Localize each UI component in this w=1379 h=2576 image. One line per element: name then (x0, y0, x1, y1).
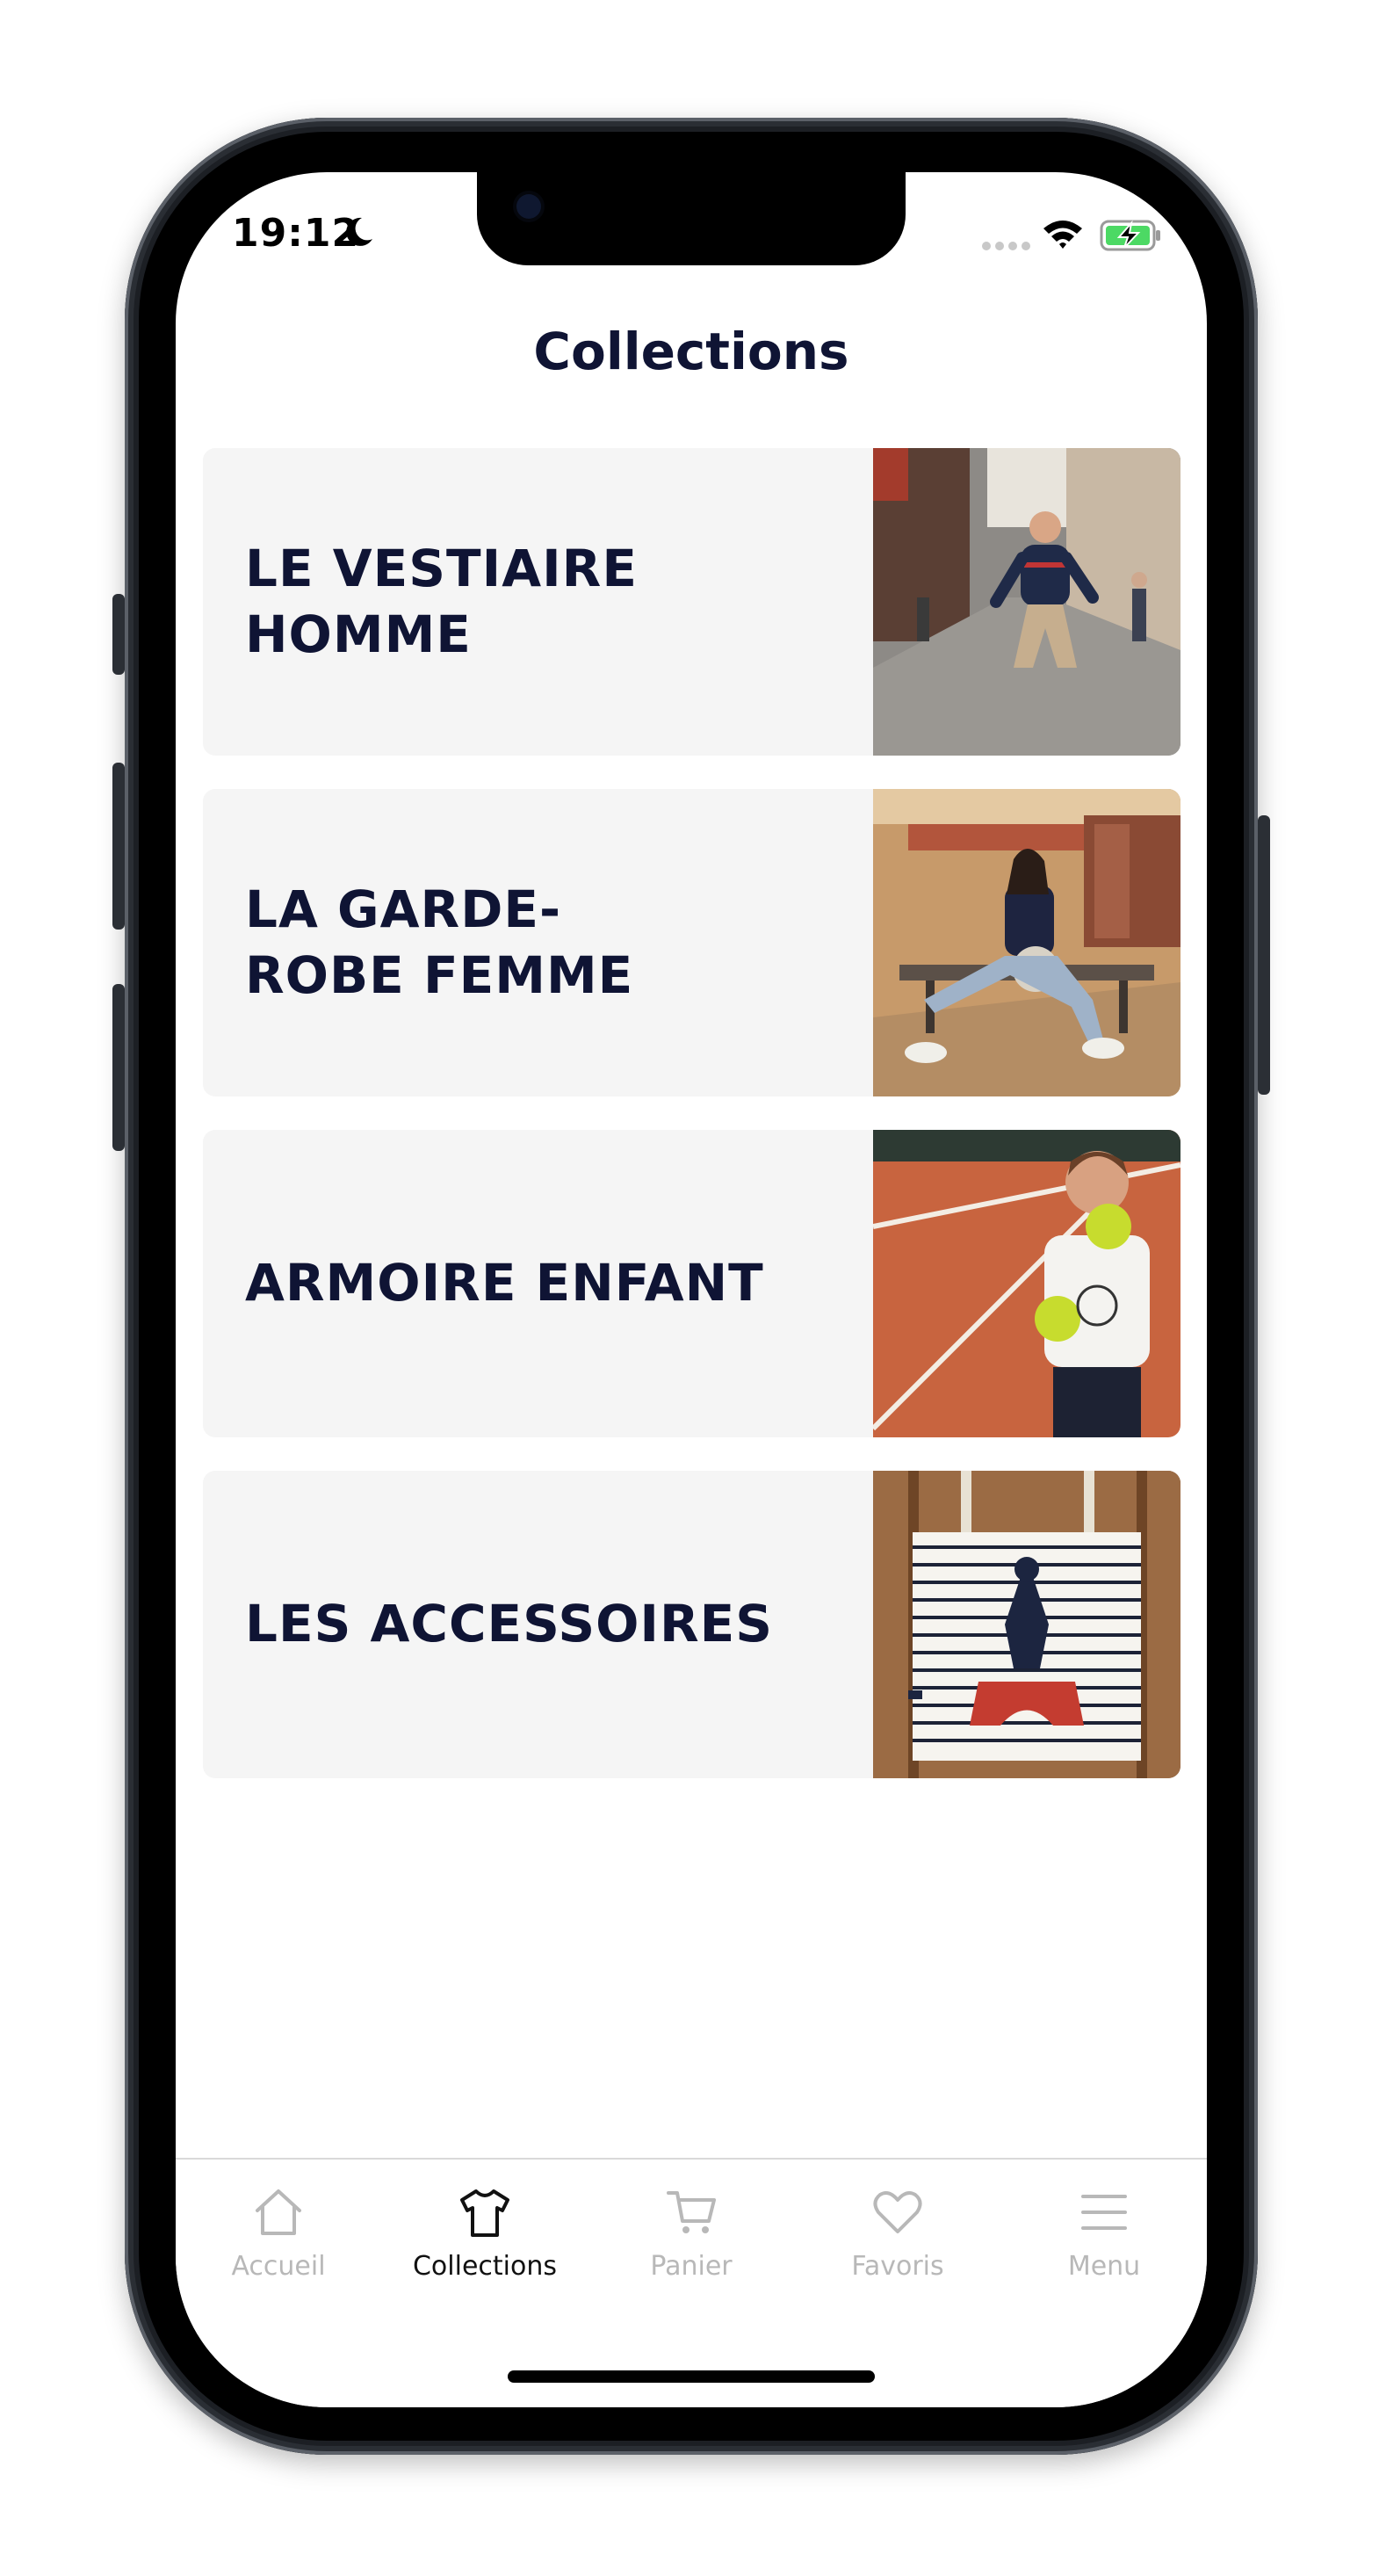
tshirt-icon (460, 2189, 509, 2237)
collection-card-accessoires[interactable]: LES ACCESSOIRES (203, 1471, 1180, 1778)
page-title: Collections (533, 322, 849, 381)
boy-tennis-court-photo (873, 1130, 1180, 1437)
front-camera (516, 194, 541, 219)
tab-label: Accueil (231, 2251, 326, 2282)
menu-icon (1081, 2195, 1127, 2230)
collection-card-femme[interactable]: LA GARDE- ROBE FEMME (203, 789, 1180, 1096)
collection-card-homme[interactable]: LE VESTIAIRE HOMME (203, 448, 1180, 756)
battery-charging-icon (1100, 220, 1160, 251)
home-indicator[interactable] (508, 2370, 875, 2383)
man-jumping-street-photo (873, 448, 1180, 756)
collection-card-enfant[interactable]: ARMOIRE ENFANT (203, 1130, 1180, 1437)
collection-label: LA GARDE- ROBE FEMME (245, 879, 634, 1005)
home-icon (256, 2189, 301, 2235)
heart-icon (873, 2191, 922, 2233)
volume-down-button (112, 984, 125, 1151)
tab-favoris[interactable]: Favoris (795, 2186, 1000, 2291)
cart-icon (667, 2191, 716, 2233)
wifi-icon (1043, 221, 1082, 249)
mute-switch (112, 594, 125, 675)
tab-menu[interactable]: Menu (1001, 2186, 1207, 2291)
power-button (1258, 815, 1270, 1095)
tab-collections[interactable]: Collections (382, 2186, 588, 2291)
tab-accueil[interactable]: Accueil (176, 2186, 381, 2291)
tab-panier[interactable]: Panier (588, 2186, 794, 2291)
tab-label: Panier (650, 2251, 733, 2282)
screen: 19:12 Collections LE VESTIAIRE HOMME LA … (176, 172, 1207, 2407)
collection-label: LE VESTIAIRE HOMME (245, 538, 638, 664)
signal-icon (982, 242, 1030, 250)
tab-label: Collections (412, 2251, 558, 2282)
volume-up-button (112, 763, 125, 930)
striped-tote-bag-photo (873, 1471, 1180, 1778)
tab-label: Favoris (851, 2251, 944, 2282)
collection-label: ARMOIRE ENFANT (245, 1253, 764, 1313)
moon-icon (346, 217, 372, 246)
woman-on-bench-photo (873, 789, 1180, 1096)
tab-label: Menu (1067, 2251, 1141, 2282)
collection-label: LES ACCESSOIRES (245, 1594, 774, 1654)
notch (477, 172, 906, 265)
